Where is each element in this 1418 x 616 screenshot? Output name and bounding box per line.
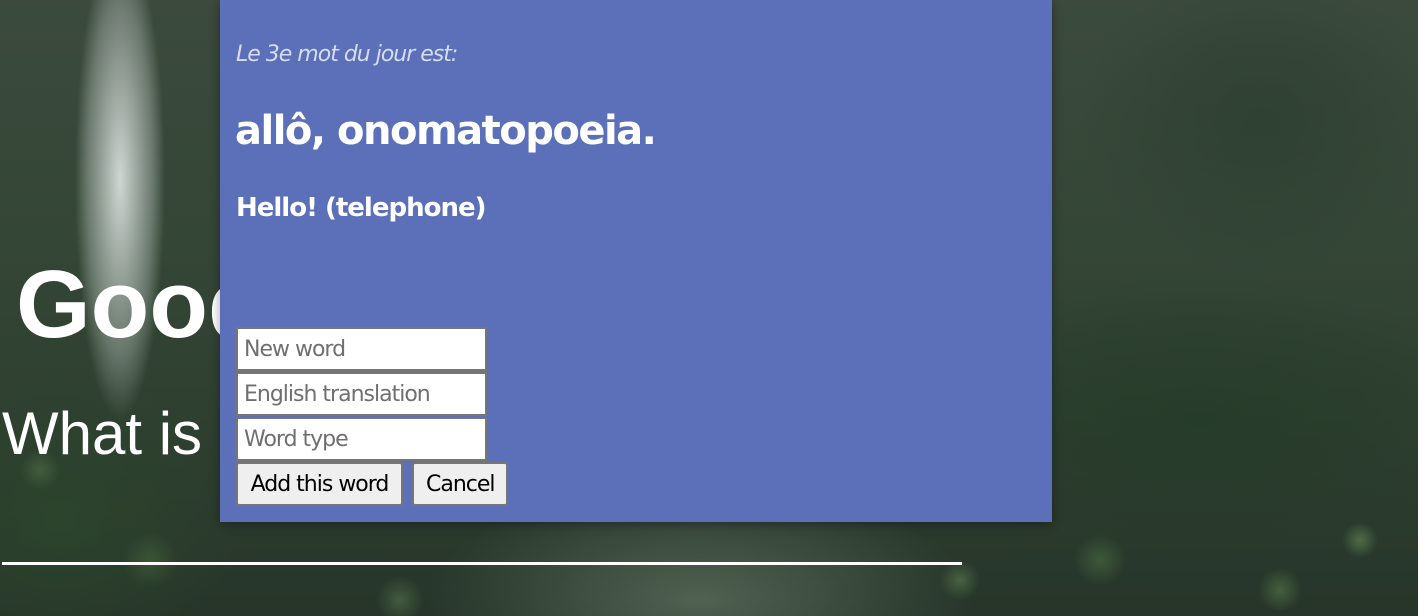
new-word-input[interactable]: [236, 327, 487, 371]
word-intro-text: Le 3e mot du jour est:: [236, 42, 458, 67]
word-translation: Hello! (telephone): [236, 193, 486, 223]
add-word-button[interactable]: Add this word: [236, 462, 403, 506]
english-translation-input[interactable]: [236, 372, 487, 416]
cancel-button[interactable]: Cancel: [412, 462, 508, 506]
word-of-day: allô, onomatopoeia.: [235, 108, 657, 154]
word-of-day-card: Le 3e mot du jour est: allô, onomatopoei…: [220, 0, 1052, 522]
word-type-input[interactable]: [236, 417, 487, 461]
focus-question: What is: [2, 400, 203, 467]
focus-input-underline[interactable]: [2, 562, 962, 565]
